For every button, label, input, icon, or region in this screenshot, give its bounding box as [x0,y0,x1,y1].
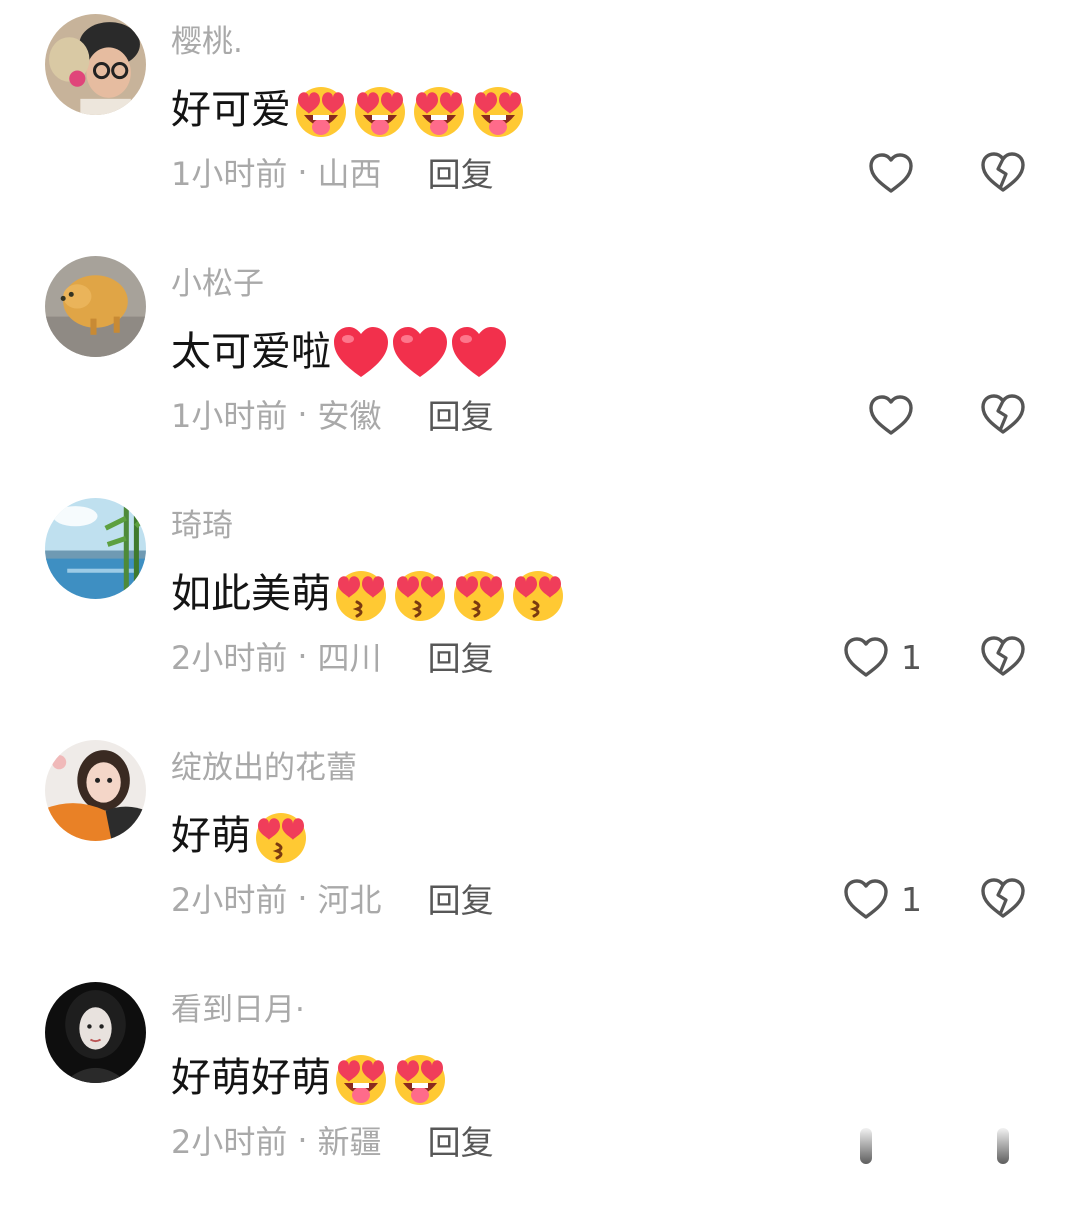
heart-outline-icon [844,637,888,677]
location: 新疆 [317,1123,382,1161]
comment-list: 樱桃. 好可爱 1小时前 · 山西 回复 小松子 太可爱啦 1小时前 · 安徽 … [0,0,1080,1198]
kissing-heart-eyes-icon [509,565,567,623]
broken-heart-icon [981,636,1025,676]
like-button[interactable] [860,1128,872,1164]
kissing-heart-eyes-icon [252,807,310,865]
comment-body: 好可爱 [171,80,527,140]
username[interactable]: 绽放出的花蕾 [171,746,357,790]
comment-item: 绽放出的花蕾 好萌 2小时前 · 河北 回复 1 [0,726,1080,968]
comment-text: 好可爱 [171,87,291,133]
timestamp: 1小时前 [171,155,288,193]
like-button[interactable] [868,150,926,196]
like-button[interactable]: 1 [843,634,922,680]
dislike-button[interactable] [979,392,1027,438]
avatar[interactable] [45,14,146,115]
kissing-heart-eyes-icon [391,565,449,623]
comment-text: 如此美萌 [171,571,331,617]
comment-text: 好萌好萌 [171,1055,331,1101]
username[interactable]: 樱桃. [171,20,243,64]
timestamp: 2小时前 [171,1123,288,1161]
face-with-tongue-heart-eyes-icon [332,1049,390,1107]
comment-body: 好萌 [171,806,310,866]
separator-dot: · [297,879,308,917]
comment-item: 樱桃. 好可爱 1小时前 · 山西 回复 [0,0,1080,242]
comment-meta: 2小时前 · 河北 回复 [171,876,494,920]
dislike-button[interactable] [979,150,1027,196]
heart-outline-icon [869,153,913,193]
avatar[interactable] [45,982,146,1083]
like-button[interactable] [868,392,926,438]
comment-text: 好萌 [171,813,251,859]
broken-heart-icon [981,152,1025,192]
separator-dot: · [297,395,308,433]
username[interactable]: 小松子 [171,262,264,306]
comment-text: 太可爱啦 [171,329,331,375]
separator-dot: · [297,1121,308,1159]
comment-item: 看到日月· 好萌好萌 2小时前 · 新疆 回复 [0,968,1080,1210]
timestamp: 1小时前 [171,397,288,435]
location: 河北 [317,881,382,919]
avatar[interactable] [45,740,146,841]
username[interactable]: 琦琦 [171,504,233,548]
avatar[interactable] [45,256,146,357]
comment-meta: 2小时前 · 四川 回复 [171,634,494,678]
comment-body: 好萌好萌 [171,1048,449,1108]
timestamp: 2小时前 [171,639,288,677]
heart-outline-icon [844,879,888,919]
dislike-button[interactable] [979,876,1027,922]
comment-item: 小松子 太可爱啦 1小时前 · 安徽 回复 [0,242,1080,484]
face-with-tongue-heart-eyes-icon [410,81,468,139]
timestamp: 2小时前 [171,881,288,919]
face-with-tongue-heart-eyes-icon [351,81,409,139]
face-with-tongue-heart-eyes-icon [292,81,350,139]
separator-dot: · [297,153,308,191]
avatar[interactable] [45,498,146,599]
comment-meta: 1小时前 · 安徽 回复 [171,392,494,436]
kissing-heart-eyes-icon [332,565,390,623]
comment-item: 琦琦 如此美萌 2小时前 · 四川 回复 1 [0,484,1080,726]
separator-dot: · [297,637,308,675]
face-with-tongue-heart-eyes-icon [469,81,527,139]
red-heart-icon [450,323,508,381]
dislike-button[interactable] [979,634,1027,680]
comment-meta: 1小时前 · 山西 回复 [171,150,494,194]
face-with-tongue-heart-eyes-icon [391,1049,449,1107]
location: 安徽 [317,397,382,435]
kissing-heart-eyes-icon [450,565,508,623]
heart-outline-icon [869,395,913,435]
comment-body: 太可爱啦 [171,322,508,382]
reply-button[interactable]: 回复 [428,390,494,438]
like-count: 1 [901,879,922,919]
location: 山西 [317,155,382,193]
red-heart-icon [391,323,449,381]
dislike-button[interactable] [997,1128,1009,1164]
red-heart-icon [332,323,390,381]
broken-heart-icon [981,878,1025,918]
reply-button[interactable]: 回复 [428,874,494,922]
reply-button[interactable]: 回复 [428,632,494,680]
broken-heart-icon [981,394,1025,434]
reply-button[interactable]: 回复 [428,148,494,196]
location: 四川 [317,639,382,677]
comment-meta: 2小时前 · 新疆 回复 [171,1118,494,1162]
reply-button[interactable]: 回复 [428,1116,494,1164]
like-button[interactable]: 1 [843,876,922,922]
comment-body: 如此美萌 [171,564,567,624]
username[interactable]: 看到日月· [171,988,305,1032]
like-count: 1 [901,637,922,677]
